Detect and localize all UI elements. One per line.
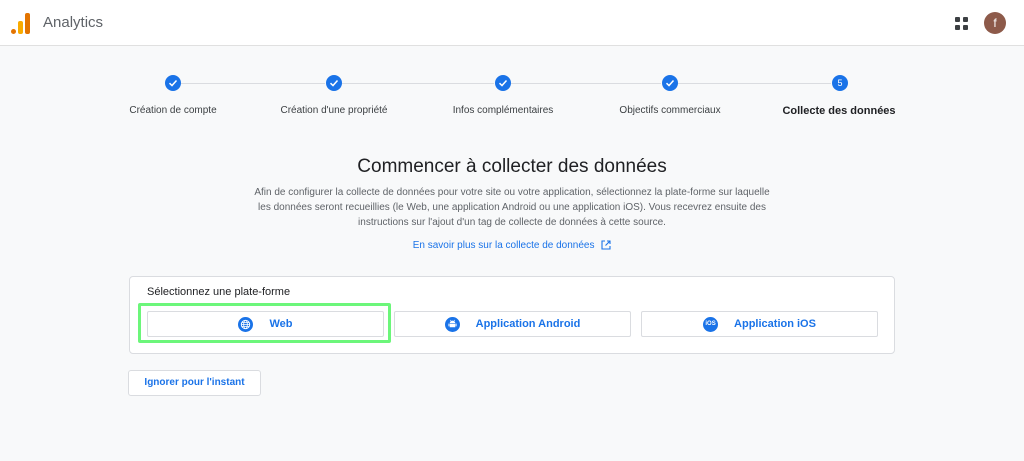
platform-selection-card: Sélectionnez une plate-forme Web Applica… [129, 276, 895, 354]
step-3-check-icon [495, 75, 511, 91]
step-label-objectives: Objectifs commerciaux [619, 105, 721, 116]
step-4-check-icon [662, 75, 678, 91]
setup-stepper: 5 Création de compte Création d'une prop… [0, 70, 1024, 130]
ios-icon: iOS [703, 316, 719, 332]
page-description: Afin de configurer la collecte de donnée… [254, 187, 770, 228]
step-label-data-collection: Collecte des données [782, 105, 896, 117]
step-connector [342, 83, 494, 84]
avatar[interactable]: f [984, 12, 1006, 34]
page-title: Commencer à collecter des données [357, 156, 667, 177]
step-5-number: 5 [832, 75, 848, 91]
analytics-logo-icon[interactable] [11, 12, 31, 34]
web-platform-button[interactable]: Web [147, 311, 384, 337]
ios-platform-button[interactable]: iOS Application iOS [641, 311, 878, 337]
step-2-check-icon [326, 75, 342, 91]
globe-icon [238, 316, 254, 332]
external-link-icon [601, 240, 611, 250]
platform-heading: Sélectionnez une plate-forme [147, 286, 291, 298]
top-app-bar: Analytics f [0, 0, 1024, 46]
learn-more-link[interactable]: En savoir plus sur la collecte de donnée… [0, 240, 1024, 251]
step-label-property: Création d'une propriété [280, 105, 388, 116]
step-1-check-icon [165, 75, 181, 91]
apps-grid-icon[interactable] [955, 17, 968, 30]
step-label-account: Création de compte [129, 105, 217, 116]
android-platform-button[interactable]: Application Android [394, 311, 631, 337]
skip-for-now-button[interactable]: Ignorer pour l'instant [128, 370, 261, 396]
step-connector [181, 83, 325, 84]
step-connector [511, 83, 661, 84]
step-label-info: Infos complémentaires [452, 105, 554, 116]
step-connector [678, 83, 831, 84]
app-title: Analytics [43, 14, 104, 31]
android-icon [444, 316, 460, 332]
